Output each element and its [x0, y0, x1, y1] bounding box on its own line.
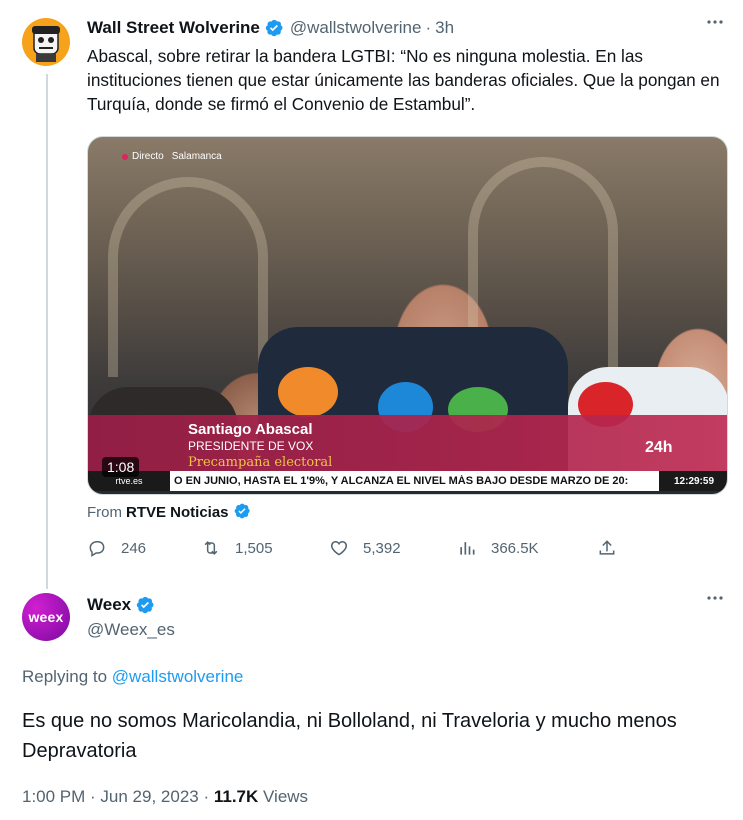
reply-author-name[interactable]: Weex: [87, 595, 131, 615]
views-button[interactable]: 366.5K: [457, 538, 539, 558]
reply-meta: 1:00 PM · Jun 29, 2023 · 11.7K Views: [22, 787, 308, 807]
analytics-icon: [460, 542, 475, 555]
reply-button[interactable]: 246: [87, 538, 146, 558]
views-count: 366.5K: [491, 539, 539, 557]
separator-dot: ·: [425, 18, 432, 37]
reply-text: Es que no somos Maricolandia, ni Bollola…: [22, 710, 677, 762]
tweet-time[interactable]: 3h: [435, 18, 454, 38]
location-label: Salamanca: [171, 151, 222, 162]
reply-author-avatar[interactable]: weex: [22, 593, 70, 641]
reply-timestamp[interactable]: 1:00 PM · Jun 29, 2023 ·: [22, 787, 214, 806]
reply-views-label: Views: [258, 787, 309, 806]
more-options-icon[interactable]: [705, 12, 725, 38]
ticker-clock: 12:29:59: [659, 471, 727, 491]
replying-label: Replying to: [22, 667, 112, 686]
source-link[interactable]: RTVE Noticias: [126, 504, 229, 521]
live-indicator: Directo Salamanca: [122, 151, 222, 162]
author-handle[interactable]: @wallstwolverine: [290, 18, 422, 38]
live-dot-icon: [122, 153, 128, 160]
reply-icon: [89, 541, 105, 557]
verified-badge-icon: [135, 595, 155, 615]
lower-third-tag: Precampaña electoral: [188, 455, 333, 470]
video-source: From RTVE Noticias: [87, 502, 253, 522]
live-label: Directo: [132, 151, 164, 162]
heart-icon: [330, 540, 348, 556]
video-duration: 1:08: [102, 457, 140, 477]
replying-to-line: Replying to @wallstwolverine: [22, 667, 243, 687]
reply-count: 246: [121, 539, 147, 557]
from-label: From: [87, 503, 122, 521]
microphone: [278, 367, 338, 417]
lower-third-name: Santiago Abascal: [188, 421, 313, 438]
cartoon-face-icon: [32, 26, 60, 62]
reply-views-count: 11.7K: [213, 787, 259, 806]
channel-logo: 24h: [645, 439, 673, 456]
more-options-icon[interactable]: [705, 588, 725, 614]
verified-badge-icon: [233, 502, 253, 522]
video-player[interactable]: Directo Salamanca Santiago Abascal PRESI…: [87, 136, 728, 495]
news-ticker: rtve.es O EN JUNIO, HASTA EL 1'9%, Y ALC…: [88, 471, 727, 491]
reply-header: Weex: [87, 595, 155, 615]
background-arch: [108, 177, 268, 377]
retweet-icon: [204, 541, 218, 555]
avatar-logo-text: weex: [28, 609, 64, 625]
lower-third-band: [88, 415, 727, 477]
ticker-text: O EN JUNIO, HASTA EL 1'9%, Y ALCANZA EL …: [174, 475, 629, 487]
share-button[interactable]: [597, 538, 631, 558]
share-icon: [599, 540, 615, 555]
lower-third-role: PRESIDENTE DE VOX: [188, 439, 314, 453]
like-count: 5,392: [363, 539, 401, 557]
author-avatar[interactable]: [22, 18, 70, 66]
replying-to-link[interactable]: @wallstwolverine: [112, 667, 244, 686]
tweet-text: Abascal, sobre retirar la bandera LGTBI:…: [87, 46, 720, 114]
reply-author-handle[interactable]: @Weex_es: [87, 620, 175, 640]
thread-connector-line: [46, 74, 48, 589]
retweet-button[interactable]: 1,505: [201, 538, 273, 558]
retweet-count: 1,505: [235, 539, 273, 557]
tweet-header: Wall Street Wolverine @wallstwolverine ·…: [87, 18, 454, 38]
verified-badge-icon: [264, 18, 284, 38]
tweet-actions: 246 1,505 5,392 366.5K: [87, 538, 627, 564]
like-button[interactable]: 5,392: [329, 538, 401, 558]
author-name[interactable]: Wall Street Wolverine: [87, 18, 260, 38]
